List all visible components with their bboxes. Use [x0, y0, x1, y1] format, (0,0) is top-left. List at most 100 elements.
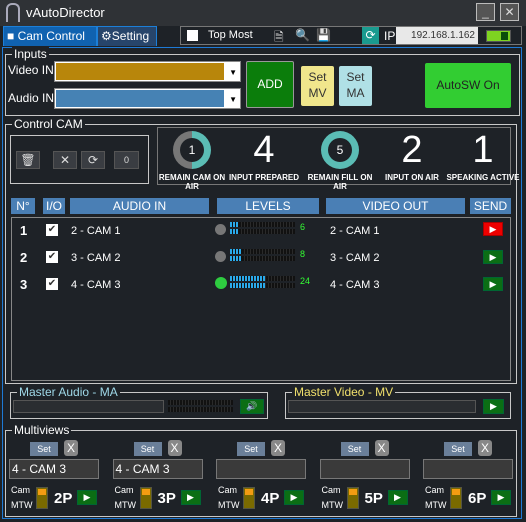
- mv-play-button[interactable]: ▶: [284, 490, 304, 505]
- audio-in-select[interactable]: ▼: [54, 88, 241, 109]
- mtw-label: MTW: [425, 500, 447, 510]
- level-meter: [230, 249, 295, 254]
- window-title: vAutoDirector: [26, 5, 105, 20]
- camera-icon: ■: [7, 29, 18, 43]
- mv-clear-button[interactable]: X: [478, 440, 492, 456]
- stat-value: 1: [472, 129, 494, 171]
- speaker-icon[interactable]: 🔊: [240, 399, 264, 414]
- delete-icon[interactable]: 🗑: [16, 151, 40, 169]
- mv-set-button[interactable]: Set: [237, 442, 265, 456]
- header-io: I/O: [43, 198, 65, 214]
- minimize-button[interactable]: _: [476, 3, 495, 21]
- io-checkbox[interactable]: ✔: [46, 278, 58, 290]
- audio-in-value: 2 - CAM 1: [71, 225, 121, 237]
- cam-mtw-toggle[interactable]: [139, 487, 152, 509]
- tab-cam-control[interactable]: ■ Cam Control: [3, 26, 97, 46]
- video-out-value: 2 - CAM 1: [330, 225, 380, 237]
- mv-source-field[interactable]: [319, 459, 410, 479]
- close-button[interactable]: ✕: [500, 3, 519, 21]
- stat-label: REMAIN CAM ON AIR: [158, 173, 226, 191]
- cam-label: Cam: [321, 485, 341, 495]
- cam-mtw-toggle[interactable]: [243, 487, 255, 509]
- cam-mtw-toggle[interactable]: [36, 487, 48, 509]
- connection-toggle[interactable]: [486, 30, 511, 42]
- autosw-button[interactable]: AutoSW On: [425, 63, 511, 108]
- refresh-icon[interactable]: ⟳: [362, 27, 379, 44]
- master-audio-meter: [168, 400, 233, 405]
- mv-source-field[interactable]: [216, 459, 306, 479]
- row-number: 1: [20, 223, 28, 238]
- multiview-slot: Set X Cam MTW 6P ▶: [423, 440, 523, 515]
- mv-position-label: 2P: [54, 490, 73, 507]
- search-file-icon[interactable]: 🔍: [295, 28, 310, 42]
- header-number: N°: [11, 198, 35, 214]
- level-value: 6: [300, 222, 306, 232]
- stat-label: INPUT ON AIR: [385, 173, 439, 182]
- chevron-down-icon: ▼: [229, 95, 237, 104]
- io-checkbox[interactable]: ✔: [46, 251, 58, 263]
- send-button[interactable]: ▶: [483, 250, 503, 264]
- table-row[interactable]: 2 ✔ 3 - CAM 2 8 3 - CAM 2 ▶: [11, 249, 511, 271]
- mv-clear-button[interactable]: X: [271, 440, 285, 456]
- control-cam-title: Control CAM: [12, 117, 85, 131]
- cam-mtw-toggle[interactable]: [346, 487, 359, 509]
- stat-value: 1: [180, 138, 204, 162]
- set-mv-button[interactable]: Set MV: [301, 66, 334, 106]
- mv-clear-button[interactable]: X: [374, 440, 389, 456]
- mv-play-button[interactable]: ▶: [180, 490, 201, 505]
- gear-icon: ⚙: [101, 29, 112, 43]
- mv-set-button[interactable]: Set: [133, 442, 162, 456]
- stat-label: SPEAKING ACTIVE: [446, 173, 520, 182]
- master-video-play-button[interactable]: ▶: [483, 399, 504, 414]
- audio-in-value: 4 - CAM 3: [71, 279, 121, 291]
- cam-mtw-toggle[interactable]: [450, 487, 462, 509]
- mtw-label: MTW: [11, 500, 33, 510]
- top-most-checkbox[interactable]: [187, 30, 198, 41]
- mv-set-button[interactable]: Set: [444, 442, 472, 456]
- set-ma-button[interactable]: Set MA: [339, 66, 372, 106]
- mv-play-button[interactable]: ▶: [77, 490, 97, 505]
- refresh-icon[interactable]: ⟳: [81, 151, 105, 169]
- stat-label: REMAIN FILL ON AIR: [307, 173, 373, 191]
- mv-source-field[interactable]: 4 - CAM 3: [9, 459, 99, 479]
- mv-position-label: 5P: [364, 490, 383, 507]
- counter-button[interactable]: 0: [114, 151, 139, 169]
- level-meter: [230, 229, 295, 234]
- mv-position-label: 4P: [261, 490, 280, 507]
- clear-button[interactable]: ✕: [53, 151, 77, 169]
- mv-set-button[interactable]: Set: [30, 442, 58, 456]
- ip-input[interactable]: 192.168.1.162: [396, 27, 478, 44]
- header-audio-in: AUDIO IN: [70, 198, 209, 214]
- mv-clear-button[interactable]: X: [64, 440, 78, 456]
- cam-label: Cam: [425, 485, 445, 495]
- mv-position-label: 3P: [157, 490, 176, 507]
- row-number: 3: [20, 277, 28, 292]
- table-row[interactable]: 3 ✔ 4 - CAM 3 24 4 - CAM 3 ▶: [11, 276, 511, 298]
- tab-label: Setting: [111, 29, 150, 43]
- top-most-label: Top Most: [208, 29, 253, 41]
- stat-ring: 5: [321, 131, 359, 169]
- mv-source-field[interactable]: 4 - CAM 3: [112, 459, 203, 479]
- mv-clear-button[interactable]: X: [167, 440, 182, 456]
- send-button[interactable]: ▶: [483, 277, 503, 291]
- video-out-value: 3 - CAM 2: [330, 252, 380, 264]
- app-logo-icon: [6, 3, 20, 22]
- add-button[interactable]: ADD: [246, 61, 294, 108]
- level-meter: [230, 256, 295, 261]
- tab-setting[interactable]: ⚙Setting: [97, 26, 157, 46]
- video-in-select[interactable]: ▼: [54, 61, 241, 82]
- table-row[interactable]: 1 ✔ 2 - CAM 1 6 2 - CAM 1 ▶: [11, 222, 511, 244]
- send-button[interactable]: ▶: [483, 222, 503, 236]
- toolbar: Top Most 🗎 🔍 💾 ⟳ IP 192.168.1.162: [180, 26, 522, 45]
- io-checkbox[interactable]: ✔: [46, 224, 58, 236]
- save-icon[interactable]: 💾: [316, 28, 331, 42]
- mv-play-button[interactable]: ▶: [491, 490, 511, 505]
- mv-set-button[interactable]: Set: [340, 442, 369, 456]
- mv-play-button[interactable]: ▶: [387, 490, 408, 505]
- cam-label: Cam: [11, 485, 31, 495]
- open-file-icon[interactable]: 🗎: [274, 28, 284, 49]
- stat-value: 4: [253, 129, 275, 171]
- stat-ring: 1: [173, 131, 211, 169]
- mv-source-field[interactable]: [423, 459, 513, 479]
- row-number: 2: [20, 250, 28, 265]
